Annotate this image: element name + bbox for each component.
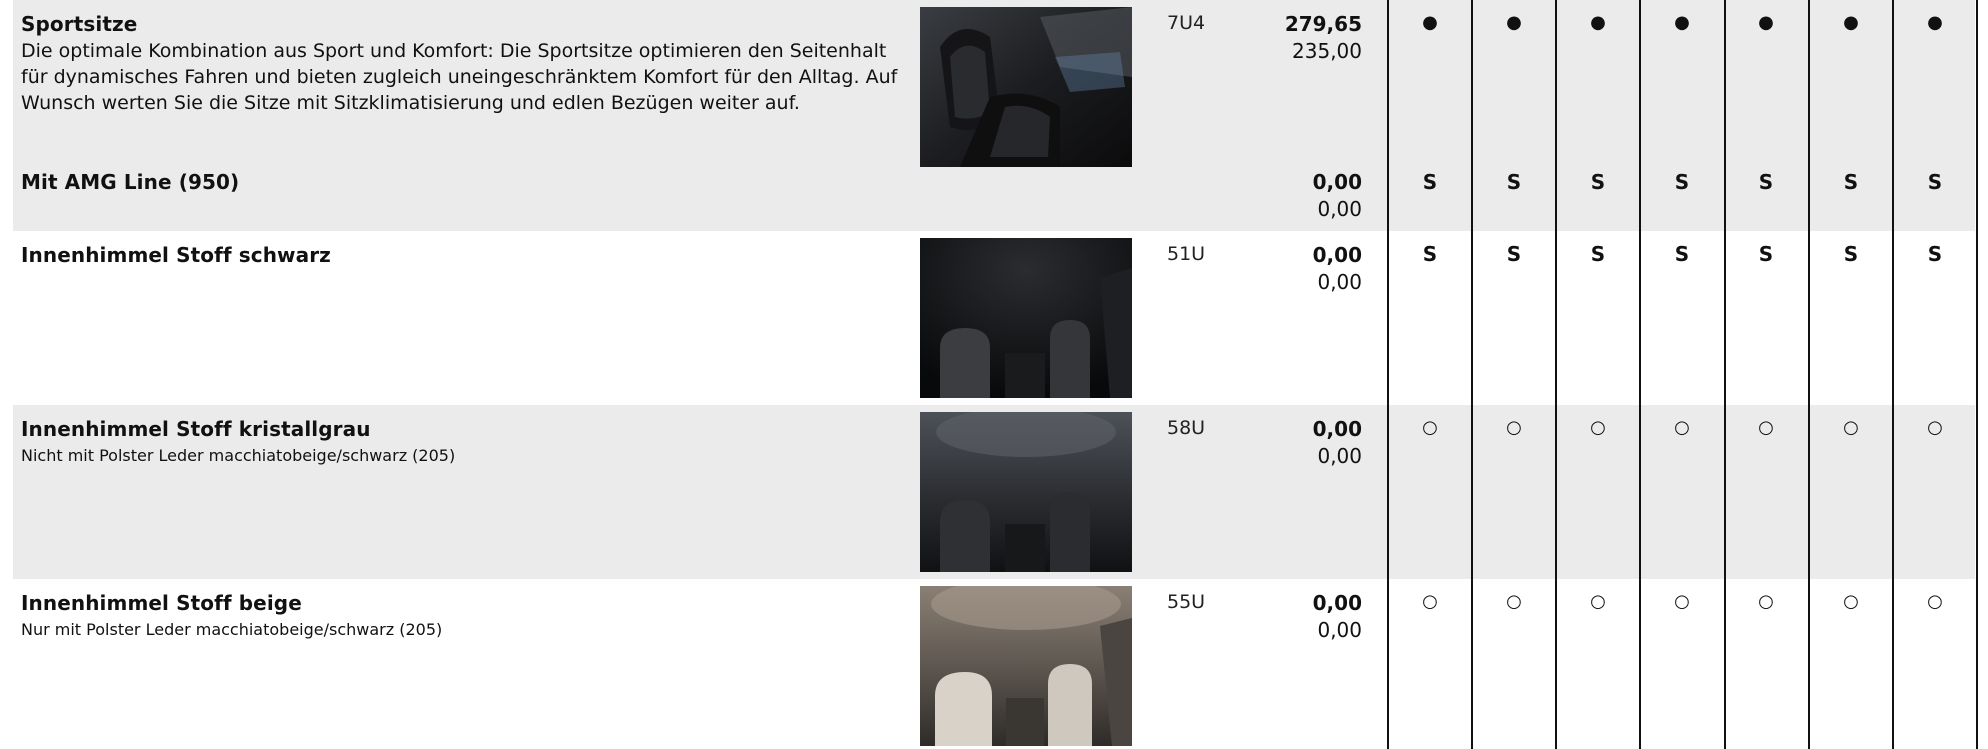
availability-mark: ○ [1590,591,1606,612]
table-row-innenhimmel-kristallgrau: Innenhimmel Stoff kristallgrau Nicht mit… [13,405,1975,579]
availability-mark: ○ [1758,591,1774,612]
availability-mark: ○ [1843,417,1859,438]
sub-availability-marks: S S S S S S S [13,0,1975,231]
availability-mark: ○ [1422,591,1438,612]
availability-mark: ○ [1674,591,1690,612]
availability-mark: S [1927,170,1943,194]
column-divider [1808,0,1810,749]
column-divider [1892,0,1894,749]
equipment-table: Sportsitze Die optimale Kombination aus … [0,0,1988,749]
availability-mark: S [1843,242,1859,266]
availability-marks: ○ ○ ○ ○ ○ ○ ○ [13,405,1975,579]
availability-marks: ○ ○ ○ ○ ○ ○ ○ [13,579,1975,749]
availability-mark: S [1506,242,1522,266]
availability-mark: ○ [1758,417,1774,438]
availability-mark: ○ [1422,417,1438,438]
availability-mark: ○ [1674,417,1690,438]
availability-mark: S [1758,170,1774,194]
column-divider [1639,0,1641,749]
availability-marks: S S S S S S S [13,231,1975,405]
availability-mark: S [1674,170,1690,194]
availability-mark: S [1843,170,1859,194]
availability-mark: ○ [1590,417,1606,438]
column-divider [1724,0,1726,749]
availability-mark: S [1758,242,1774,266]
column-divider [1471,0,1473,749]
table-row-innenhimmel-beige: Innenhimmel Stoff beige Nur mit Polster … [13,579,1975,749]
availability-mark: ○ [1506,417,1522,438]
column-divider [1555,0,1557,749]
availability-mark: ○ [1843,591,1859,612]
column-divider [1387,0,1389,749]
table-row-innenhimmel-schwarz: Innenhimmel Stoff schwarz 51U 0,00 0,00 … [13,231,1975,405]
availability-mark: S [1590,242,1606,266]
availability-mark: ○ [1927,417,1943,438]
availability-mark: S [1590,170,1606,194]
availability-mark: S [1506,170,1522,194]
availability-mark: ○ [1927,591,1943,612]
availability-mark: ○ [1506,591,1522,612]
availability-mark: S [1674,242,1690,266]
availability-mark: S [1422,170,1438,194]
table-row-sportsitze: Sportsitze Die optimale Kombination aus … [13,0,1975,231]
availability-mark: S [1927,242,1943,266]
column-divider [1976,0,1978,749]
availability-mark: S [1422,242,1438,266]
